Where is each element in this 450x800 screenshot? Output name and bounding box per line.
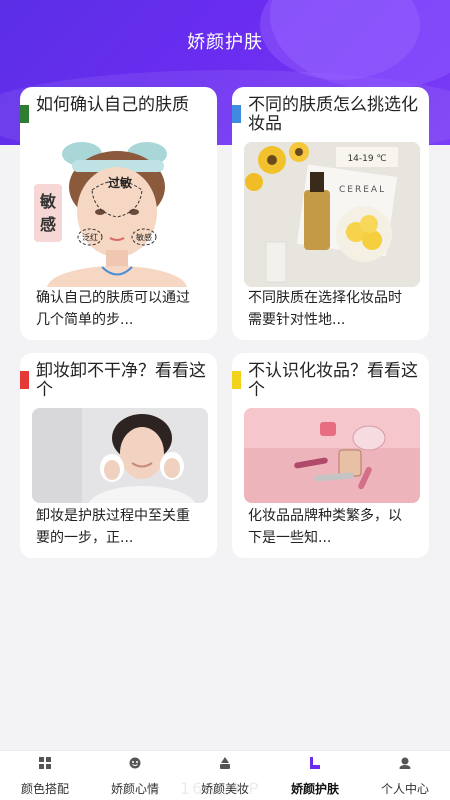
nav-label: 个人中心 [380, 782, 429, 796]
watermark: 168A9 P [180, 779, 261, 798]
nav-item-skincare[interactable]: 娇颜护肤 [270, 751, 360, 800]
face-illustration: 敏 感 过敏 泛红 敏感 [34, 142, 187, 287]
label-top: 过敏 [108, 175, 133, 190]
card-accent [20, 371, 29, 389]
article-card[interactable]: 不同的肤质怎么挑选化妆品 14-19 ℃ CEREAL 不同肤质在选择化妆品时需… [232, 87, 429, 340]
card-image: 14-19 ℃ CEREAL [244, 142, 420, 287]
card-accent [20, 105, 29, 123]
user-icon [399, 757, 411, 769]
cosmetics-set-photo [244, 408, 420, 503]
label-big-2: 感 [40, 215, 56, 234]
card-title: 不同的肤质怎么挑选化妆品 [248, 95, 418, 134]
card-description: 不同肤质在选择化妆品时需要针对性地... [248, 290, 402, 328]
grid-icon [39, 757, 51, 769]
smile-icon [129, 757, 141, 769]
bottom-nav: 颜色搭配 娇颜心情 娇颜美妆 娇颜护肤 个人中心 168A9 P [0, 750, 450, 800]
card-accent [232, 105, 241, 123]
card-title: 如何确认自己的肤质 [36, 95, 189, 115]
page-title: 娇颜护肤 [187, 32, 263, 53]
nav-label: 娇颜心情 [110, 782, 159, 796]
label-tag: 14-19 ℃ [347, 154, 386, 164]
card-title: 卸妆卸不干净？看看这个 [36, 361, 206, 400]
label-right: 敏感 [136, 232, 152, 242]
makeup-removal-photo [32, 408, 208, 503]
nav-item-profile[interactable]: 个人中心 [360, 751, 450, 800]
card-description: 化妆品品牌种类繁多，以下是一些知... [248, 508, 402, 546]
skincare-icon [310, 757, 320, 769]
label-left: 泛红 [82, 232, 98, 242]
card-description: 卸妆是护肤过程中至关重要的一步，正... [36, 508, 190, 546]
nav-label: 颜色搭配 [20, 782, 69, 796]
article-card[interactable]: 如何确认自己的肤质 敏 感 过敏 泛红 敏感 确认自己的肤质可以通过几个简单的步… [20, 87, 217, 340]
label-big-1: 敏 [39, 192, 57, 211]
card-accent [232, 371, 241, 389]
label-brand: CEREAL [339, 185, 386, 195]
cosmetics-photo: 14-19 ℃ CEREAL [244, 142, 420, 287]
nav-item-color-match[interactable]: 颜色搭配 [0, 751, 90, 800]
card-image [32, 408, 208, 503]
article-card[interactable]: 卸妆卸不干净？看看这个 卸妆是护肤过程中至关重要的一步，正... [20, 353, 217, 558]
card-title: 不认识化妆品？看看这个 [248, 361, 418, 400]
card-description: 确认自己的肤质可以通过几个简单的步... [36, 290, 190, 328]
article-card[interactable]: 不认识化妆品？看看这个 化妆品品牌种类繁多，以下是一些知... [232, 353, 429, 558]
nav-label: 娇颜护肤 [290, 782, 339, 796]
nav-item-mood[interactable]: 娇颜心情 [90, 751, 180, 800]
makeup-icon [220, 757, 230, 769]
card-image: 敏 感 过敏 泛红 敏感 [32, 142, 208, 287]
card-image [244, 408, 420, 503]
